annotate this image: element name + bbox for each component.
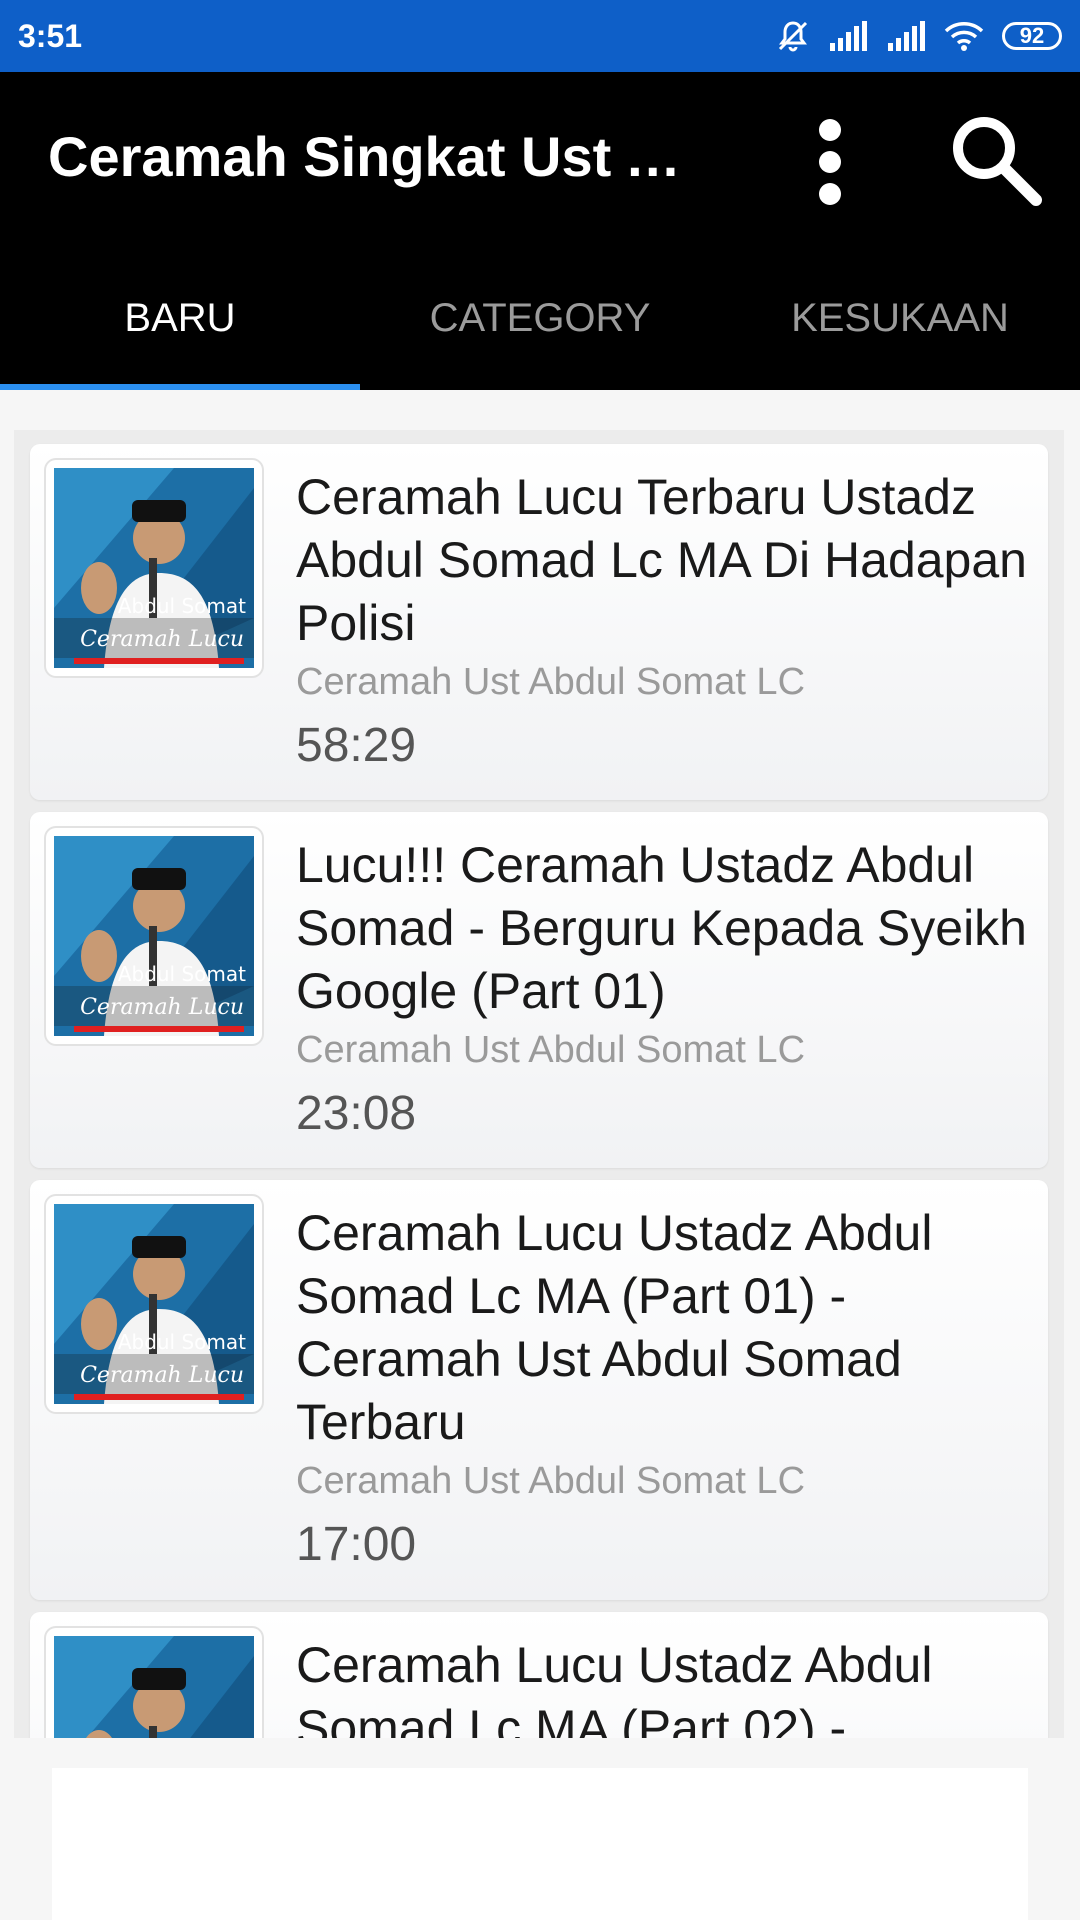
tab-baru[interactable]: BARU: [0, 246, 360, 390]
video-card[interactable]: Abdul Somat Ceramah Lucu Lucu!!! Ceramah…: [30, 812, 1048, 1168]
video-duration: 58:29: [296, 719, 417, 772]
video-thumbnail: Abdul Somat Ceramah Lucu: [46, 460, 262, 676]
svg-text:Ceramah Lucu: Ceramah Lucu: [80, 1363, 244, 1388]
tab-kesukaan[interactable]: KESUKAAN: [720, 246, 1080, 390]
video-card[interactable]: Abdul Somat Ceramah Lucu Ceramah Lucu Te…: [30, 444, 1048, 800]
video-card[interactable]: Abdul Somat Ceramah Lucu Ceramah Lucu Us…: [30, 1180, 1048, 1600]
svg-text:Abdul Somat: Abdul Somat: [118, 594, 246, 618]
signal-icon: [886, 21, 926, 51]
svg-text:Abdul Somat: Abdul Somat: [118, 962, 246, 986]
video-channel: Ceramah Ust Abdul Somat LC: [296, 661, 806, 703]
video-title: Ceramah Lucu Ustadz Abdul Somad Lc MA (P…: [296, 1205, 933, 1450]
ustadz-portrait-icon: Abdul Somat Ceramah Lucu: [54, 1204, 254, 1404]
video-duration: 23:08: [296, 1087, 417, 1140]
signal-icon: [828, 21, 868, 51]
video-thumbnail: [46, 1628, 262, 1738]
search-icon[interactable]: [946, 110, 1046, 210]
svg-text:Abdul Somat: Abdul Somat: [118, 1330, 246, 1354]
wifi-icon: [944, 20, 984, 52]
app-title: Ceramah Singkat Ust A...: [48, 125, 708, 188]
app-bar: Ceramah Singkat Ust A...: [0, 72, 1080, 246]
status-time: 3:51: [18, 18, 83, 54]
video-duration: 17:00: [296, 1518, 417, 1571]
video-title: Ceramah Lucu Ustadz Abdul Somad Lc MA (P…: [296, 1637, 933, 1738]
tab-category[interactable]: CATEGORY: [360, 246, 720, 390]
video-channel: Ceramah Ust Abdul Somat LC: [296, 1029, 806, 1071]
ad-banner-area: [52, 1768, 1028, 1920]
video-title: Lucu!!! Ceramah Ustadz Abdul Somad - Ber…: [296, 837, 1027, 1019]
more-vert-icon[interactable]: [800, 112, 860, 212]
ustadz-portrait-icon: Abdul Somat Ceramah Lucu: [54, 468, 254, 668]
ustadz-portrait-icon: Abdul Somat Ceramah Lucu: [54, 836, 254, 1036]
battery-icon: 92: [1002, 22, 1062, 50]
ustadz-portrait-icon: [54, 1636, 254, 1738]
svg-text:Ceramah Lucu: Ceramah Lucu: [80, 627, 244, 652]
video-thumbnail: Abdul Somat Ceramah Lucu: [46, 828, 262, 1044]
svg-text:Ceramah Lucu: Ceramah Lucu: [80, 995, 244, 1020]
video-card[interactable]: Ceramah Lucu Ustadz Abdul Somad Lc MA (P…: [30, 1612, 1048, 1738]
status-bar: 3:51 92: [0, 0, 1080, 72]
video-title: Ceramah Lucu Terbaru Ustadz Abdul Somad …: [296, 469, 1027, 651]
video-thumbnail: Abdul Somat Ceramah Lucu: [46, 1196, 262, 1412]
silent-icon: [776, 19, 810, 53]
video-list[interactable]: Abdul Somat Ceramah Lucu Ceramah Lucu Te…: [14, 430, 1064, 1738]
status-icons: 92: [776, 16, 1062, 56]
battery-level: 92: [1002, 22, 1062, 50]
video-channel: Ceramah Ust Abdul Somat LC: [296, 1460, 806, 1502]
tab-bar: BARU CATEGORY KESUKAAN: [0, 246, 1080, 390]
